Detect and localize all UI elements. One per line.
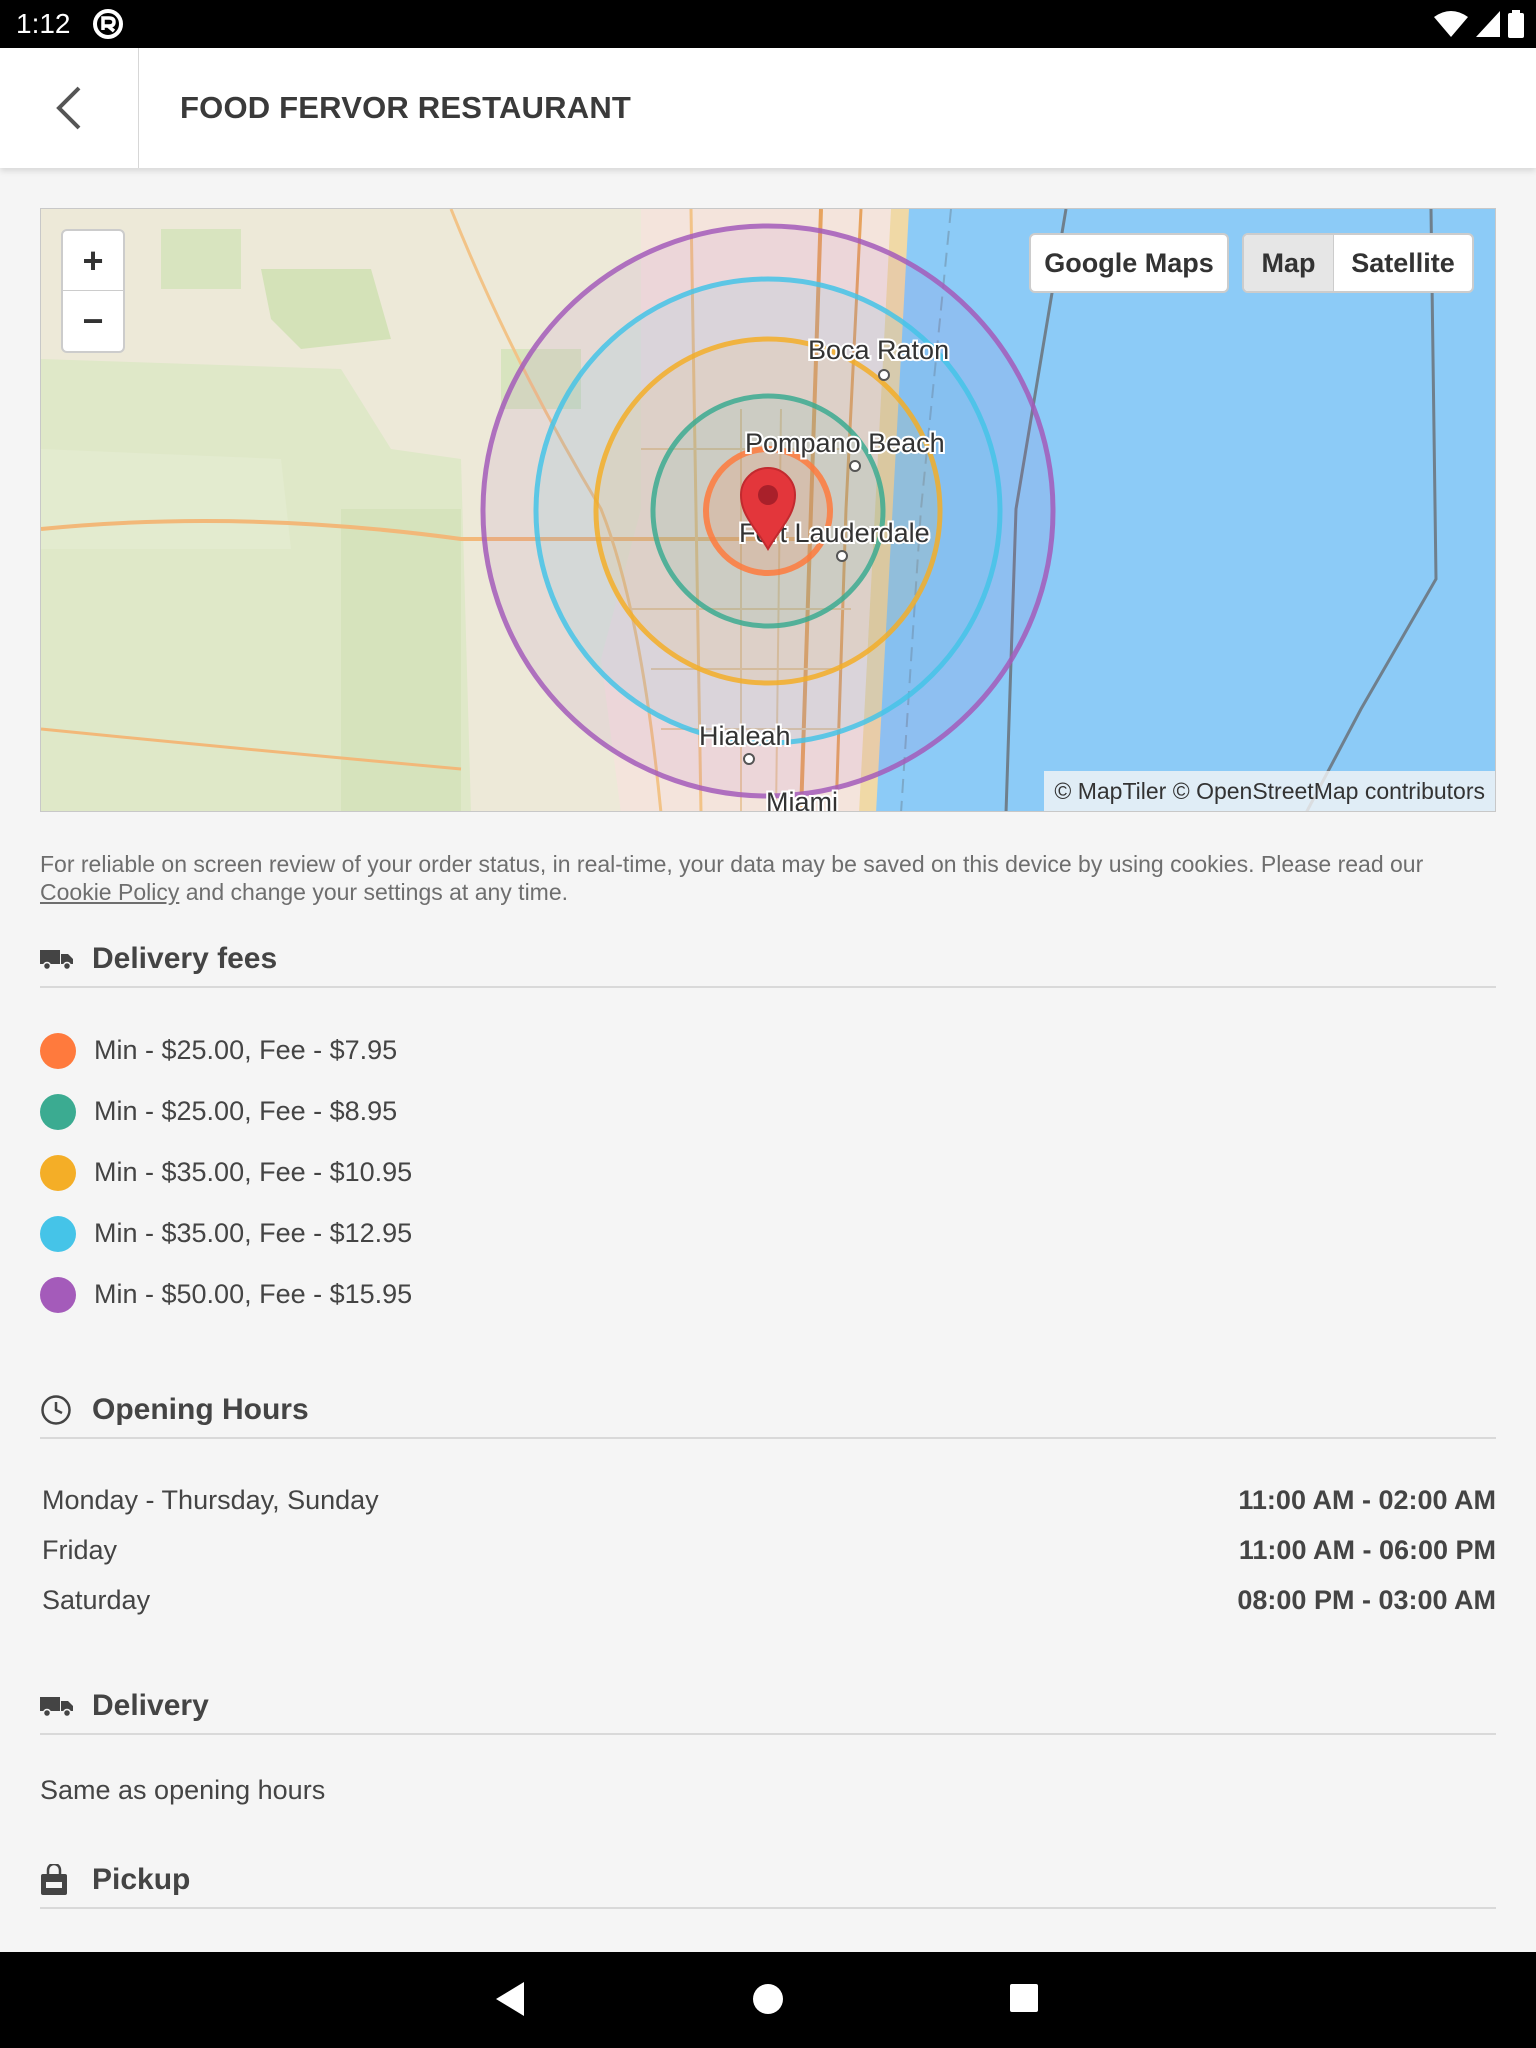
nav-recents-button[interactable] <box>1009 1983 1039 2013</box>
list-item: Min - $25.00, Fee - $7.95 <box>40 1020 840 1081</box>
list-item: Min - $35.00, Fee - $12.95 <box>40 1203 840 1264</box>
shopping-bag-icon <box>41 1864 67 1895</box>
zone-color-dot <box>40 1032 76 1069</box>
truck-icon <box>40 1697 73 1717</box>
cookie-notice-text: For reliable on screen review of your or… <box>40 851 1424 877</box>
list-item: Min - $25.00, Fee - $8.95 <box>40 1081 840 1142</box>
delivery-zone-map[interactable]: Boca Raton Pompano Beach Fort Lauderdale… <box>40 208 1496 812</box>
back-button[interactable] <box>0 48 139 168</box>
delivery-fees-header: Delivery fees <box>40 932 1496 988</box>
fee-label: Min - $50.00, Fee - $15.95 <box>94 1279 413 1309</box>
delivery-fees-title: Delivery fees <box>92 942 278 975</box>
opening-hours-table: Monday - Thursday, Sunday 11:00 AM - 02:… <box>40 1475 1496 1625</box>
hours-time: 11:00 AM - 06:00 PM <box>1238 1534 1496 1565</box>
opening-hours-header: Opening Hours <box>40 1383 1496 1439</box>
delivery-header: Delivery <box>40 1679 1496 1735</box>
zoom-out-button[interactable]: − <box>63 291 123 351</box>
delivery-title: Delivery <box>92 1689 209 1722</box>
hours-time: 11:00 AM - 02:00 AM <box>1238 1484 1496 1515</box>
table-row: Saturday 08:00 PM - 03:00 AM <box>40 1575 1496 1625</box>
zone-color-dot <box>40 1276 76 1313</box>
opening-hours-title: Opening Hours <box>92 1393 309 1426</box>
truck-icon <box>40 950 73 970</box>
battery-icon <box>1508 10 1524 38</box>
table-row: Monday - Thursday, Sunday 11:00 AM - 02:… <box>40 1475 1496 1525</box>
list-item: Min - $35.00, Fee - $10.95 <box>40 1142 840 1203</box>
hours-day: Monday - Thursday, Sunday <box>42 1484 379 1515</box>
cookie-policy-link[interactable]: Cookie Policy <box>40 879 179 905</box>
map-type-satellite-button[interactable]: Satellite <box>1334 235 1472 291</box>
city-label-hialeah: Hialeah <box>699 721 791 751</box>
map-attribution[interactable]: © MapTiler © OpenStreetMap contributors <box>1044 771 1495 811</box>
zone-color-dot <box>40 1215 76 1252</box>
zone-color-dot <box>40 1093 76 1130</box>
google-maps-button[interactable]: Google Maps <box>1029 233 1229 293</box>
cell-signal-icon <box>1476 11 1500 37</box>
fee-label: Min - $35.00, Fee - $12.95 <box>94 1218 413 1248</box>
pickup-title: Pickup <box>92 1863 191 1896</box>
delivery-fees-list: Min - $25.00, Fee - $7.95 Min - $25.00, … <box>40 1020 840 1325</box>
fee-label: Min - $35.00, Fee - $10.95 <box>94 1157 413 1187</box>
cookie-notice-after: and change your settings at any time. <box>185 879 569 905</box>
wifi-icon <box>1434 11 1468 37</box>
fee-label: Min - $25.00, Fee - $8.95 <box>94 1096 398 1126</box>
map-type-map-button[interactable]: Map <box>1244 235 1334 291</box>
table-row: Friday 11:00 AM - 06:00 PM <box>40 1525 1496 1575</box>
hours-day: Saturday <box>42 1584 151 1615</box>
pickup-header: Pickup <box>40 1853 1496 1909</box>
city-label-miami: Miami <box>766 787 838 812</box>
system-nav-bar <box>0 1952 1536 2048</box>
nav-home-button[interactable] <box>752 1980 784 2018</box>
map-canvas[interactable]: Boca Raton Pompano Beach Fort Lauderdale… <box>41 209 1496 812</box>
zoom-in-button[interactable]: + <box>63 231 123 291</box>
page-title: FOOD FERVOR RESTAURANT <box>180 90 632 125</box>
zoom-control: + − <box>61 229 125 353</box>
fee-label: Min - $25.00, Fee - $7.95 <box>94 1035 398 1065</box>
map-type-toggle: Map Satellite <box>1242 233 1474 293</box>
city-label-boca-raton: Boca Raton <box>808 335 949 365</box>
hours-day: Friday <box>42 1534 118 1565</box>
clock-icon <box>41 1395 71 1425</box>
nav-back-button[interactable] <box>494 1980 526 2018</box>
list-item: Min - $50.00, Fee - $15.95 <box>40 1264 840 1325</box>
city-label-pompano-beach: Pompano Beach <box>745 428 945 458</box>
hours-time: 08:00 PM - 03:00 AM <box>1237 1584 1496 1615</box>
status-time: 1:12 <box>16 8 71 39</box>
status-bar: 1:12 <box>0 0 1536 48</box>
zone-color-dot <box>40 1154 76 1191</box>
app-notification-icon <box>93 9 123 39</box>
chevron-left-icon <box>56 86 81 130</box>
delivery-hours-text: Same as opening hours <box>40 1775 326 1805</box>
app-header: FOOD FERVOR RESTAURANT <box>0 48 1536 168</box>
cookie-notice: For reliable on screen review of your or… <box>40 850 1496 906</box>
